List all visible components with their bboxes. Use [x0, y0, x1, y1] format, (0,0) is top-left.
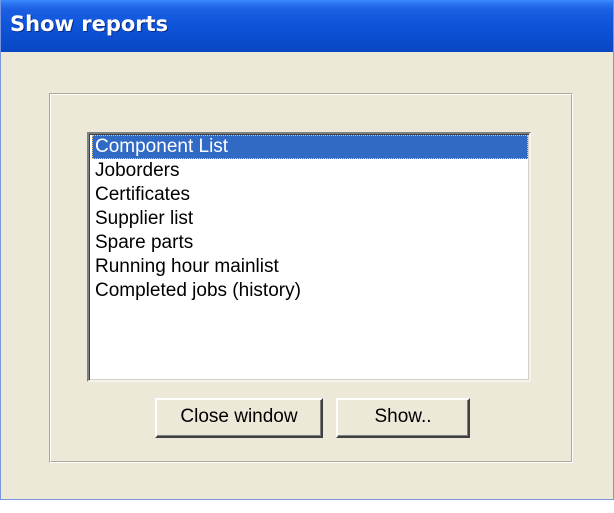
list-item-component-list[interactable]: Component List — [92, 135, 528, 159]
list-item-completed-jobs-history[interactable]: Completed jobs (history) — [92, 279, 528, 303]
window-title: Show reports — [10, 12, 169, 36]
title-bar[interactable]: Show reports — [1, 0, 613, 52]
list-item-joborders[interactable]: Joborders — [92, 159, 528, 183]
close-window-button[interactable]: Close window — [155, 398, 323, 438]
show-reports-window: Show reports Component List Joborders Ce… — [0, 0, 614, 513]
list-item-certificates[interactable]: Certificates — [92, 183, 528, 207]
show-button[interactable]: Show.. — [336, 398, 470, 438]
list-item-supplier-list[interactable]: Supplier list — [92, 207, 528, 231]
list-item-running-hour-mainlist[interactable]: Running hour mainlist — [92, 255, 528, 279]
list-item-spare-parts[interactable]: Spare parts — [92, 231, 528, 255]
desktop-background — [0, 500, 614, 513]
reports-listbox[interactable]: Component List Joborders Certificates Su… — [87, 132, 531, 382]
